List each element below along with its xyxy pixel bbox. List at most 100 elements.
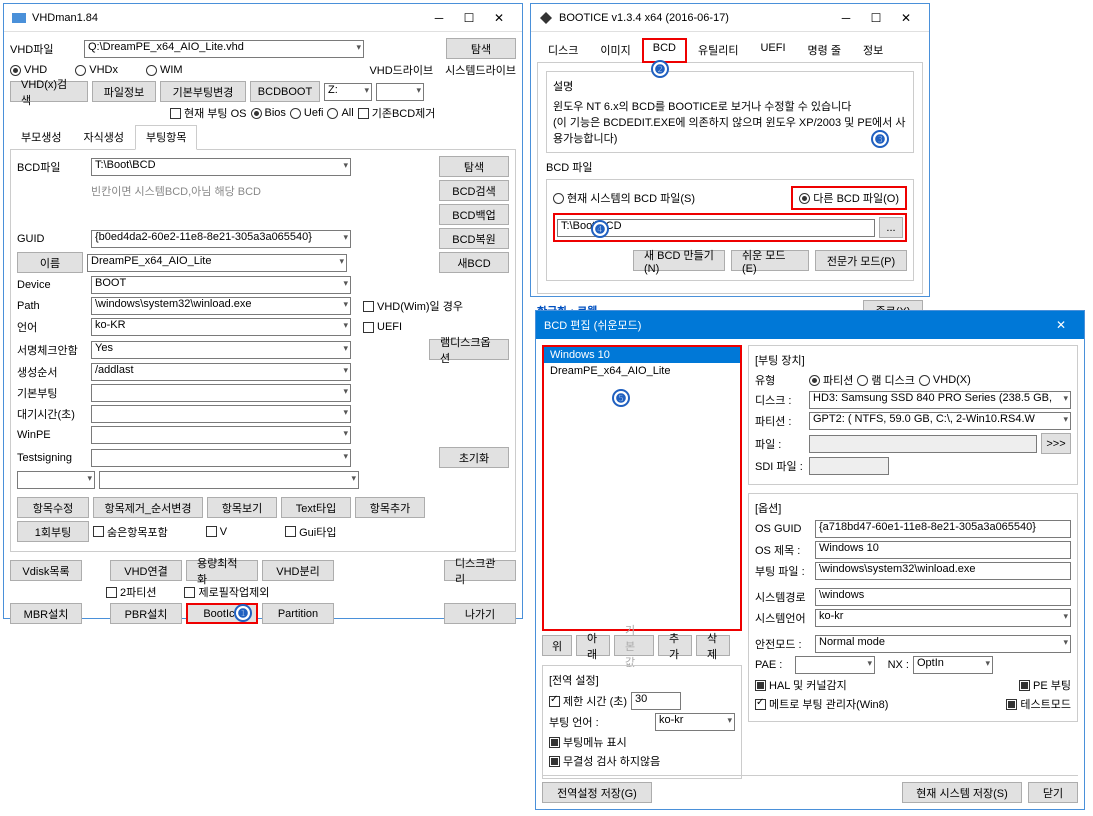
chk-remove-bcd[interactable]: 기존BCD제거 xyxy=(358,105,436,121)
drive-select[interactable]: Z: xyxy=(324,83,372,101)
chk-uefi[interactable]: UEFI xyxy=(363,321,402,333)
maximize-button[interactable]: ☐ xyxy=(454,7,484,29)
tab-child[interactable]: 자식생성 xyxy=(72,125,134,149)
edit-button[interactable]: 항목수정 xyxy=(17,497,89,518)
vhdx-search-button[interactable]: VHD(x)검색 xyxy=(10,81,88,102)
tab-info[interactable]: 정보 xyxy=(852,38,894,62)
list-item[interactable]: DreamPE_x64_AIO_Lite xyxy=(544,363,740,379)
device-select[interactable]: BOOT xyxy=(91,276,351,294)
radio-vhdx[interactable]: VHD(X) xyxy=(919,374,971,386)
chk-v[interactable]: V xyxy=(206,526,227,538)
init-button[interactable]: 초기화 xyxy=(439,447,509,468)
timeout-input[interactable]: 30 xyxy=(631,692,681,710)
chk-2part[interactable]: 2파티션 xyxy=(106,584,156,600)
tab-parent[interactable]: 부모생성 xyxy=(10,125,72,149)
testsigning-select[interactable] xyxy=(91,449,351,467)
basicboot-button[interactable]: 기본부팅변경 xyxy=(160,81,246,102)
name-button[interactable]: 이름 xyxy=(17,252,83,273)
extra-select2[interactable] xyxy=(99,471,359,489)
radio-vhd[interactable]: VHD xyxy=(10,64,47,76)
remove-button[interactable]: 항목제거_순서변경 xyxy=(93,497,203,518)
radio-vhdx[interactable]: VHDx xyxy=(75,64,118,76)
chk-zerofill[interactable]: 제로필작업제외 xyxy=(184,584,269,600)
exit-button[interactable]: 나가기 xyxy=(444,603,516,624)
tab-cmd[interactable]: 명령 줄 xyxy=(797,38,852,62)
radio-other-bcd[interactable]: 다른 BCD 파일(O) xyxy=(791,186,907,210)
list-item[interactable]: Windows 10 xyxy=(544,347,740,363)
chk-metro[interactable]: 메트로 부팅 관리자(Win8) xyxy=(755,696,888,712)
safemode-select[interactable]: Normal mode xyxy=(815,635,1071,653)
tab-bcd[interactable]: BCD xyxy=(642,38,687,63)
lang-select[interactable]: ko-KR xyxy=(91,318,351,336)
chk-hidden[interactable]: 숨은항목포함 xyxy=(93,524,168,540)
vdisk-button[interactable]: Vdisk목록 xyxy=(10,560,82,581)
radio-bios[interactable]: Bios xyxy=(251,107,286,119)
winpe-select[interactable] xyxy=(91,426,351,444)
guid-select[interactable]: {b0ed4da2-60e2-11e8-8e21-305a3a065540} xyxy=(91,230,351,248)
radio-uefi[interactable]: Uefi xyxy=(290,107,324,119)
chk-bootmenu[interactable]: 부팅메뉴 표시 xyxy=(549,734,627,750)
minimize-button[interactable]: ─ xyxy=(424,7,454,29)
browse-button[interactable]: ... xyxy=(879,217,903,238)
pae-select[interactable] xyxy=(795,656,875,674)
tab-disk[interactable]: 디스크 xyxy=(537,38,589,62)
oneboot-button[interactable]: 1회부팅 xyxy=(17,521,89,542)
texttype-button[interactable]: Text타입 xyxy=(281,497,351,518)
name-select[interactable]: DreamPE_x64_AIO_Lite xyxy=(87,254,347,272)
defaultboot-select[interactable] xyxy=(91,384,351,402)
syspath-input[interactable]: \windows xyxy=(815,588,1071,606)
del-entry-button[interactable]: 삭제 xyxy=(696,635,730,656)
fileinfo-button[interactable]: 파일정보 xyxy=(92,81,156,102)
syslang-select[interactable]: ko-kr xyxy=(815,609,1071,627)
add-button[interactable]: 항목추가 xyxy=(355,497,425,518)
ramdisk-button[interactable]: 램디스크옵션 xyxy=(429,339,509,360)
close-button[interactable]: 닫기 xyxy=(1028,782,1078,803)
search2-button[interactable]: 탐색 xyxy=(439,156,509,177)
bootfile-input[interactable]: \windows\system32\winload.exe xyxy=(815,562,1071,580)
vhdsplit-button[interactable]: VHD분리 xyxy=(262,560,334,581)
down-button[interactable]: 아래 xyxy=(576,635,610,656)
chk-hal[interactable]: HAL 및 커널감지 xyxy=(755,677,847,693)
new-bcd-button[interactable]: 새BCD xyxy=(439,252,509,273)
waittime-select[interactable] xyxy=(91,405,351,423)
close-button[interactable]: ✕ xyxy=(891,7,921,29)
browse-button[interactable]: 탐색 xyxy=(446,38,516,59)
radio-ramdisk[interactable]: 램 디스크 xyxy=(857,372,915,388)
close-button[interactable]: ✕ xyxy=(1046,314,1076,336)
save-global-button[interactable]: 전역설정 저장(G) xyxy=(542,782,652,803)
close-button[interactable]: ✕ xyxy=(484,7,514,29)
new-bcd-button[interactable]: 새 BCD 만들기(N) xyxy=(633,250,725,271)
radio-all[interactable]: All xyxy=(327,107,353,119)
order-select[interactable]: /addlast xyxy=(91,363,351,381)
drive-select2[interactable] xyxy=(376,83,424,101)
view-button[interactable]: 항목보기 xyxy=(207,497,277,518)
partition-button[interactable]: Partition xyxy=(262,603,334,624)
bcdfile-select[interactable]: T:\Boot\BCD xyxy=(91,158,351,176)
maximize-button[interactable]: ☐ xyxy=(861,7,891,29)
disk-select[interactable]: HD3: Samsung SSD 840 PRO Series (238.5 G… xyxy=(809,391,1071,409)
mbr-button[interactable]: MBR설치 xyxy=(10,603,82,624)
up-button[interactable]: 위 xyxy=(542,635,572,656)
bcd-search-button[interactable]: BCD검색 xyxy=(439,180,509,201)
tab-uefi[interactable]: UEFI xyxy=(749,38,796,62)
path-select[interactable]: \windows\system32\winload.exe xyxy=(91,297,351,315)
easy-mode-button[interactable]: 쉬운 모드(E) xyxy=(731,250,809,271)
part-select[interactable]: GPT2: ( NTFS, 59.0 GB, C:\, 2-Win10.RS4.… xyxy=(809,412,1071,430)
radio-wim[interactable]: WIM xyxy=(146,64,183,76)
ostitle-input[interactable]: Windows 10 xyxy=(815,541,1071,559)
chk-timeout[interactable]: 제한 시간 (초) xyxy=(549,693,627,709)
vhdfile-select[interactable]: Q:\DreamPE_x64_AIO_Lite.vhd xyxy=(84,40,364,58)
expert-mode-button[interactable]: 전문가 모드(P) xyxy=(815,250,907,271)
radio-current-bcd[interactable]: 현재 시스템의 BCD 파일(S) xyxy=(553,190,695,206)
bcd-backup-button[interactable]: BCD백업 xyxy=(439,204,509,225)
bcdboot-button[interactable]: BCDBOOT xyxy=(250,81,320,102)
chk-current-boot[interactable]: 현재 부팅 OS xyxy=(170,105,247,121)
chk-integrity[interactable]: 무결성 검사 하지않음 xyxy=(549,753,660,769)
osguid-input[interactable]: {a718bd47-60e1-11e8-8e21-305a3a065540} xyxy=(815,520,1071,538)
extra-select1[interactable] xyxy=(17,471,95,489)
pbr-button[interactable]: PBR설치 xyxy=(110,603,182,624)
radio-partition[interactable]: 파티션 xyxy=(809,372,853,388)
optimize-button[interactable]: 용량최적화 xyxy=(186,560,258,581)
minimize-button[interactable]: ─ xyxy=(831,7,861,29)
browse-file-button[interactable]: >>> xyxy=(1041,433,1071,454)
